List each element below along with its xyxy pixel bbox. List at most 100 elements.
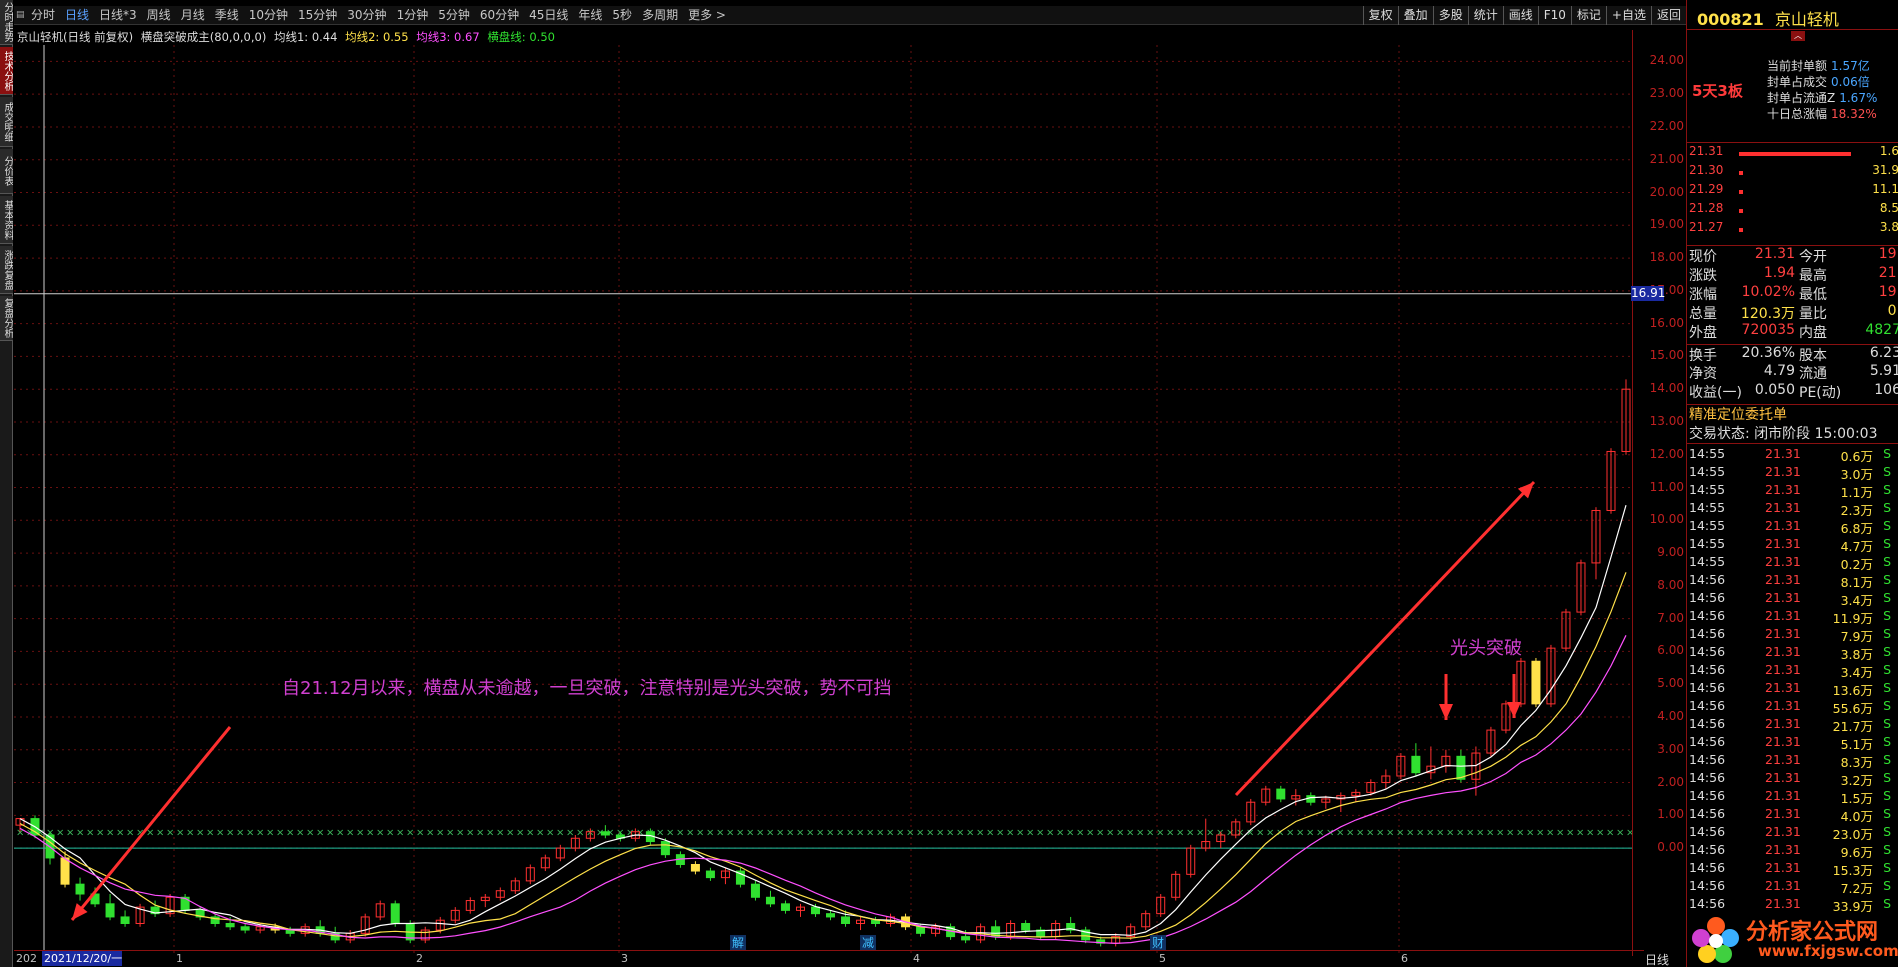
order-book: 21.31 1.6 21.30 31.9 21.29 11.1 21.28 8.5 21.27 3… (1687, 144, 1898, 239)
quote-row: 净资 4.79 流通 5.91 (1687, 363, 1898, 382)
candle-body (1276, 788, 1286, 800)
quote-row: 涨幅 10.02%最低 19. (1687, 284, 1898, 303)
left-tab-1[interactable]: 技术分析 (0, 47, 13, 95)
tool-button-4[interactable]: 画线 (1502, 6, 1538, 25)
period-tab-8[interactable]: 30分钟 (342, 6, 391, 25)
x-marker: × (216, 828, 224, 839)
period-tab-2[interactable]: 日线*3 (94, 6, 142, 25)
x-marker: × (186, 828, 194, 839)
x-marker: × (776, 828, 784, 839)
price-tick: 10.00 (1649, 512, 1684, 527)
period-tab-5[interactable]: 季线 (210, 6, 244, 25)
limit-label: 封单占成交 (1767, 75, 1828, 89)
period-tab-7[interactable]: 15分钟 (293, 6, 342, 25)
date-tick: 1 (176, 952, 183, 965)
x-marker: × (386, 828, 394, 839)
tick-time: 14:55 (1689, 446, 1726, 461)
tick-volume: 2.3万 (1840, 503, 1873, 518)
period-tab-13[interactable]: 年线 (573, 6, 607, 25)
candlestick-chart[interactable]: × × × × × × × × × × × × × × × × × × × × × × × × × × × × × × × × × × × × × × × ×… (14, 45, 1644, 953)
period-tab-4[interactable]: 月线 (176, 6, 210, 25)
crosshair-price-tag: 16.91 (1631, 285, 1666, 301)
left-tab-3[interactable]: 分价表 (0, 149, 13, 194)
tool-button-8[interactable]: 返回 (1650, 6, 1686, 25)
period-tab-0[interactable]: 分时 (26, 6, 60, 25)
formula-name[interactable]: 横盘突破成主(80,0,0,0) (141, 30, 267, 44)
x-marker: × (306, 828, 314, 839)
quote-value: 1.94 (1763, 265, 1795, 281)
quote-label: 净资 (1689, 366, 1717, 382)
tick-row: 14:56 21.31 7.2万 S (1687, 878, 1898, 896)
quote-label: 涨幅 (1689, 287, 1717, 303)
tool-button-0[interactable]: 复权 (1362, 6, 1398, 25)
x-marker: × (1176, 828, 1184, 839)
tick-side: S (1883, 518, 1891, 533)
tick-time: 14:56 (1689, 824, 1726, 839)
tool-button-2[interactable]: 多股 (1432, 6, 1468, 25)
left-tab-0[interactable]: 分时走势 (0, 0, 13, 45)
tool-button-1[interactable]: 叠加 (1397, 6, 1433, 25)
period-tab-6[interactable]: 10分钟 (244, 6, 293, 25)
order-book-row[interactable]: 21.30 31.9 (1687, 163, 1898, 182)
left-tab-6[interactable]: 复盘分析 (0, 296, 13, 341)
tick-row: 14:56 21.31 1.5万 S (1687, 788, 1898, 806)
tool-button-7[interactable]: +自选 (1605, 6, 1651, 25)
tick-side: S (1883, 752, 1891, 767)
x-marker: × (1366, 828, 1374, 839)
toolbar-right-tools: 复权 叠加 多股 统计 画线 F10 标记 +自选 返回 (1362, 6, 1686, 25)
right-quote-panel: 000821 京山轻机 ︿ 5天3板 当前封单额 1.57亿 封单占成交 0.06倍封… (1686, 0, 1898, 967)
x-marker: × (766, 828, 774, 839)
period-tab-12[interactable]: 45日线 (524, 6, 573, 25)
candle-body (240, 926, 250, 931)
period-tab-1[interactable]: 日线 (60, 6, 94, 25)
x-marker: × (966, 828, 974, 839)
bid-qty: 8.5 (1879, 201, 1898, 215)
order-book-row[interactable]: 21.28 8.5 (1687, 201, 1898, 220)
price-tick: 11.00 (1649, 479, 1684, 494)
tick-side: S (1883, 698, 1891, 713)
tick-side: S (1883, 878, 1891, 893)
period-tab-10[interactable]: 5分钟 (433, 6, 475, 25)
tick-volume: 3.2万 (1840, 773, 1873, 788)
menu-icon[interactable]: ▤ (16, 10, 25, 20)
tick-row: 14:56 21.31 13.6万 S (1687, 680, 1898, 698)
x-marker: × (1026, 828, 1034, 839)
left-tab-4[interactable]: 基本资料 (0, 196, 13, 244)
collapse-icon[interactable]: ︿ (1791, 31, 1805, 41)
entrust-title[interactable]: 精准定位委托单 (1687, 404, 1898, 424)
limit-value: 0.06倍 (1831, 75, 1870, 89)
x-marker: × (866, 828, 874, 839)
period-tab-15[interactable]: 多周期 (637, 6, 683, 25)
tick-price: 21.31 (1765, 752, 1801, 767)
tool-button-5[interactable]: F10 (1537, 6, 1571, 25)
period-tabs: 分时 日线 日线*3 周线 月线 季线 10分钟 15分钟 30分钟 1分钟 5分钟 60分钟 45日线… (26, 6, 731, 25)
tick-price: 21.31 (1765, 608, 1801, 623)
bid-price: 21.31 (1689, 144, 1724, 158)
order-book-row[interactable]: 21.27 3.8 (1687, 220, 1898, 239)
tool-button-3[interactable]: 统计 (1467, 6, 1503, 25)
tick-time: 14:55 (1689, 464, 1726, 479)
period-tab-11[interactable]: 60分钟 (475, 6, 524, 25)
tool-button-6[interactable]: 标记 (1570, 6, 1606, 25)
x-marker: × (516, 828, 524, 839)
quote-label: 外盘 (1689, 325, 1717, 341)
tick-side: S (1883, 482, 1891, 497)
left-tab-5[interactable]: 涨跌复盘 (0, 246, 13, 294)
period-tab-14[interactable]: 5秒 (607, 6, 637, 25)
x-marker: × (636, 828, 644, 839)
order-book-row[interactable]: 21.29 11.1 (1687, 182, 1898, 201)
period-tab-16[interactable]: 更多 > (683, 6, 731, 25)
x-marker: × (256, 828, 264, 839)
tick-price: 21.31 (1765, 716, 1801, 731)
period-tab-9[interactable]: 1分钟 (392, 6, 434, 25)
tick-price: 21.31 (1765, 896, 1801, 911)
tick-list[interactable]: 14:55 21.31 0.6万 S 14:55 21.31 3.0万 S 14:55 21.31… (1687, 446, 1898, 914)
period-tab-3[interactable]: 周线 (142, 6, 176, 25)
x-marker: × (956, 828, 964, 839)
quote-value: 19. (1878, 284, 1898, 300)
annotation-breakout: 光头突破 (1450, 638, 1522, 659)
left-tab-2[interactable]: 成交明细 (0, 97, 13, 147)
x-marker: × (1016, 828, 1024, 839)
order-book-row[interactable]: 21.31 1.6 (1687, 144, 1898, 163)
quote-label: 换手 (1689, 348, 1717, 364)
